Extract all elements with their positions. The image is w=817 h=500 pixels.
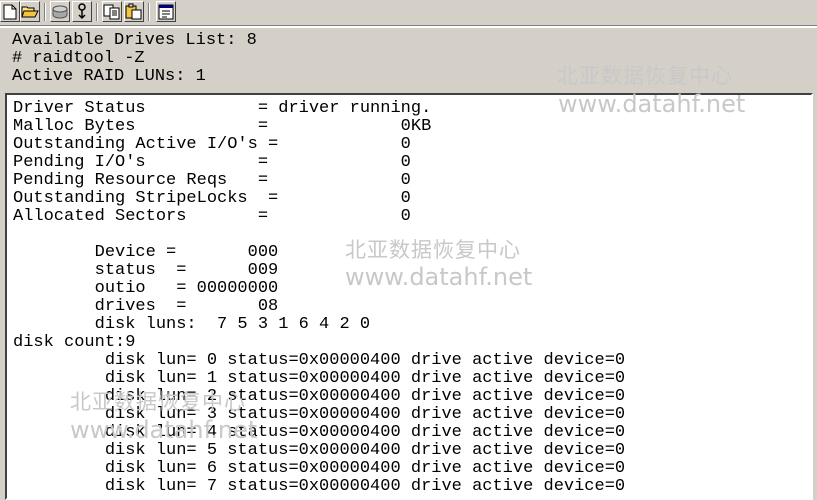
command-pane: Available Drives List: 8 # raidtool -Z A… — [0, 26, 817, 88]
output-line: Outstanding StripeLocks = 0 — [13, 189, 411, 208]
tool-icon — [78, 3, 86, 20]
new-file-button[interactable] — [0, 1, 20, 22]
new-file-icon — [3, 4, 17, 19]
command-line: # raidtool -Z — [12, 49, 145, 68]
toolbar-separator — [44, 3, 46, 21]
output-line: disk lun= 6 status=0x00000400 drive acti… — [13, 459, 626, 478]
available-drives-line: Available Drives List: 8 — [12, 31, 257, 50]
active-luns-line: Active RAID LUNs: 1 — [12, 67, 206, 86]
output-line: disk lun= 7 status=0x00000400 drive acti… — [13, 477, 626, 496]
output-line: disk lun= 3 status=0x00000400 drive acti… — [13, 405, 626, 424]
output-line: disk lun= 2 status=0x00000400 drive acti… — [13, 387, 626, 406]
output-line: disk count:9 — [13, 333, 136, 352]
properties-icon — [158, 4, 174, 19]
disk-button[interactable] — [50, 1, 70, 22]
open-folder-icon — [21, 6, 39, 18]
properties-button[interactable] — [156, 1, 176, 22]
output-line: disk luns: 7 5 3 1 6 4 2 0 — [13, 315, 371, 334]
output-line: Malloc Bytes = 0KB — [13, 117, 432, 136]
disk-icon — [52, 5, 68, 18]
output-line: disk lun= 5 status=0x00000400 drive acti… — [13, 441, 626, 460]
output-line: status = 009 — [13, 261, 279, 280]
copy-button[interactable] — [102, 1, 122, 22]
output-line: disk lun= 0 status=0x00000400 drive acti… — [13, 351, 626, 370]
open-button[interactable] — [20, 1, 40, 22]
output-line: disk lun= 1 status=0x00000400 drive acti… — [13, 369, 626, 388]
toolbar-separator — [96, 3, 98, 21]
output-line: disk lun= 4 status=0x00000400 drive acti… — [13, 423, 626, 442]
terminal-output[interactable]: Driver Status = driver running. Malloc By… — [5, 93, 813, 500]
output-line: Pending I/O's = 0 — [13, 153, 411, 172]
output-line: Allocated Sectors = 0 — [13, 207, 411, 226]
output-line: outio = 00000000 — [13, 279, 279, 298]
toolbar-separator — [148, 3, 150, 21]
copy-icon — [103, 4, 120, 19]
toolbar — [0, 0, 817, 26]
output-line: drives = 08 — [13, 297, 279, 316]
output-line: Outstanding Active I/O's = 0 — [13, 135, 411, 154]
output-line: Driver Status = driver running. — [13, 99, 432, 118]
output-line: Device = 000 — [13, 243, 279, 262]
tool-button[interactable] — [72, 1, 92, 22]
paste-icon — [125, 3, 142, 20]
output-line: Pending Resource Reqs = 0 — [13, 171, 411, 190]
paste-button[interactable] — [124, 1, 144, 22]
